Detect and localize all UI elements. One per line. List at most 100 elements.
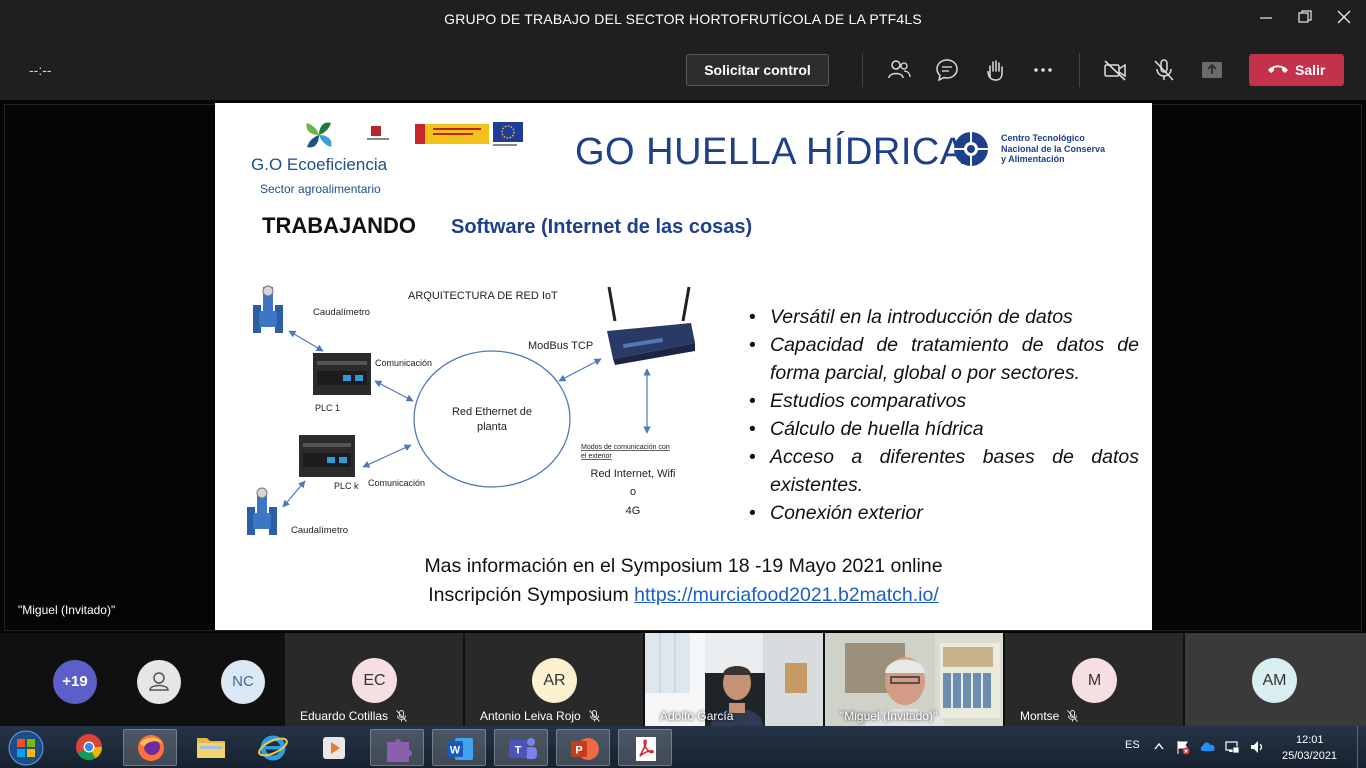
- link-arrow: [282, 480, 306, 508]
- registration-line: Inscripción Symposium https://murciafood…: [215, 584, 1152, 607]
- participant-tile[interactable]: M Montse: [1005, 633, 1183, 726]
- participant-name: Montse: [1020, 709, 1079, 723]
- input-language[interactable]: ES: [1125, 739, 1140, 751]
- presentation-slide: G.O Ecoeficiencia Sector agroalimentario…: [215, 103, 1152, 630]
- share-tray-icon[interactable]: [1199, 57, 1225, 83]
- network-label: Red Ethernet de: [452, 406, 532, 418]
- taskbar-file-explorer[interactable]: [184, 729, 238, 766]
- taskbar-media-player[interactable]: [308, 729, 362, 766]
- clock-time[interactable]: 12:01: [1296, 734, 1324, 746]
- network-icon[interactable]: [1224, 739, 1240, 755]
- close-window-button[interactable]: [1329, 6, 1359, 34]
- acrobat-icon: [636, 737, 656, 761]
- onedrive-icon[interactable]: [1199, 740, 1217, 752]
- external-modes-title: Modos de comunicación con: [581, 444, 670, 451]
- avatar: AM: [1252, 658, 1297, 703]
- minimize-button[interactable]: [1251, 6, 1281, 34]
- flowmeter-top-label: Caudalímetro: [313, 307, 370, 318]
- taskbar-firefox[interactable]: [123, 729, 177, 766]
- leave-button[interactable]: Salir: [1249, 54, 1344, 86]
- partner-line: y Alimentación: [1001, 154, 1065, 164]
- microphone-off-icon[interactable]: [1151, 57, 1177, 83]
- windows-taskbar: W T P ES 12:01 25/03/2021: [0, 726, 1366, 768]
- feature-item: Conexión exterior: [747, 499, 1139, 527]
- puzzle-app-icon: [387, 739, 412, 762]
- volume-icon[interactable]: [1249, 739, 1265, 755]
- participant-avatar-nc[interactable]: NC: [221, 660, 265, 704]
- taskbar-chrome[interactable]: [62, 729, 116, 766]
- avatar: M: [1072, 658, 1117, 703]
- modbus-label: ModBus TCP: [528, 340, 593, 352]
- router-icon: [607, 286, 695, 365]
- taskbar-acrobat[interactable]: [618, 729, 672, 766]
- symposium-info: Mas información en el Symposium 18 -19 M…: [424, 555, 943, 577]
- plc1-label: PLC 1: [315, 403, 340, 413]
- show-desktop-button[interactable]: [1357, 726, 1366, 768]
- taskbar-teams[interactable]: T: [494, 729, 548, 766]
- meeting-toolbar: --:-- Solicitar control Salir: [0, 40, 1366, 100]
- microphone-muted-icon: [396, 710, 407, 722]
- chrome-icon: [76, 734, 103, 761]
- plck-icon: [299, 435, 355, 477]
- show-hidden-icons-icon[interactable]: [1154, 742, 1164, 750]
- comm-top-label: Comunicación: [375, 358, 432, 368]
- section-heading: TRABAJANDO: [262, 213, 416, 238]
- participants-strip: +19 NC EC Eduardo Cotillas AR Antonio Le…: [0, 633, 1366, 726]
- restore-icon: [1298, 10, 1312, 23]
- participants-icon[interactable]: [886, 57, 912, 83]
- anonymous-participant-avatar[interactable]: [137, 660, 181, 704]
- participant-tile[interactable]: AM: [1185, 633, 1366, 726]
- leave-label: Salir: [1295, 62, 1326, 78]
- plant-network-node: [413, 350, 571, 488]
- network-label: planta: [477, 421, 508, 433]
- toolbar-divider: [862, 53, 863, 87]
- request-control-button[interactable]: Solicitar control: [686, 54, 829, 86]
- feature-item: Acceso a diferentes bases de datos exist…: [747, 443, 1139, 499]
- media-player-icon: [323, 737, 345, 759]
- more-options-icon[interactable]: [1030, 57, 1056, 83]
- participant-name-text: Montse: [1020, 709, 1060, 723]
- feature-item: Cálculo de huella hídrica: [747, 415, 1139, 443]
- taskbar-word[interactable]: W: [432, 729, 486, 766]
- firefox-icon: [138, 735, 164, 761]
- taskbar-powerpoint[interactable]: P: [556, 729, 610, 766]
- participant-tile[interactable]: EC Eduardo Cotillas: [285, 633, 463, 726]
- action-center-flag-icon[interactable]: [1175, 739, 1191, 755]
- teams-meeting-window: GRUPO DE TRABAJO DEL SECTOR HORTOFRUTÍCO…: [0, 0, 1366, 768]
- iot-architecture-diagram: ARQUITECTURA DE RED IoT Caudalímetro Com…: [247, 285, 695, 536]
- toolbar-divider: [1079, 53, 1080, 87]
- participant-video-tile[interactable]: "Miguel (Invitado)": [825, 633, 1003, 726]
- participant-name: Adolfo García: [660, 709, 734, 723]
- flowmeter-bottom-label: Caudalímetro: [291, 525, 348, 536]
- avatar: AR: [532, 658, 577, 703]
- external-modes-title: el exterior: [581, 453, 612, 460]
- internet-explorer-icon: [258, 735, 288, 761]
- raise-hand-icon[interactable]: [982, 57, 1008, 83]
- taskbar-app-puzzle[interactable]: [370, 729, 424, 766]
- maximize-button[interactable]: [1290, 6, 1320, 34]
- link-arrow: [558, 358, 602, 382]
- more-participants-badge[interactable]: +19: [53, 660, 97, 704]
- taskbar-internet-explorer[interactable]: [246, 729, 300, 766]
- meeting-timer: --:--: [29, 62, 52, 78]
- registration-link[interactable]: https://murciafood2021.b2match.io/: [634, 584, 939, 606]
- clock-date[interactable]: 25/03/2021: [1282, 750, 1337, 762]
- partner-name: Centro Tecnológico Nacional de la Conser…: [1001, 133, 1131, 165]
- plc1-icon: [313, 353, 371, 395]
- external-mode: Red Internet, Wifi: [591, 468, 676, 480]
- link-arrow: [374, 380, 414, 402]
- plck-label: PLC k: [334, 481, 359, 491]
- participant-tile[interactable]: AR Antonio Leiva Rojo: [465, 633, 643, 726]
- section-subtitle: Software (Internet de las cosas): [451, 216, 753, 238]
- participant-name: Eduardo Cotillas: [300, 709, 407, 723]
- link-arrow: [362, 444, 412, 468]
- chat-icon[interactable]: [934, 57, 960, 83]
- partner-line: Centro Tecnológico: [1001, 133, 1085, 143]
- external-mode: 4G: [626, 505, 641, 517]
- participant-video-tile[interactable]: Adolfo García: [645, 633, 823, 726]
- folder-icon: [197, 738, 225, 758]
- windows-start-icon[interactable]: [6, 729, 46, 767]
- camera-off-icon[interactable]: [1102, 57, 1128, 83]
- powerpoint-icon: P: [571, 738, 599, 760]
- svg-text:T: T: [515, 745, 522, 757]
